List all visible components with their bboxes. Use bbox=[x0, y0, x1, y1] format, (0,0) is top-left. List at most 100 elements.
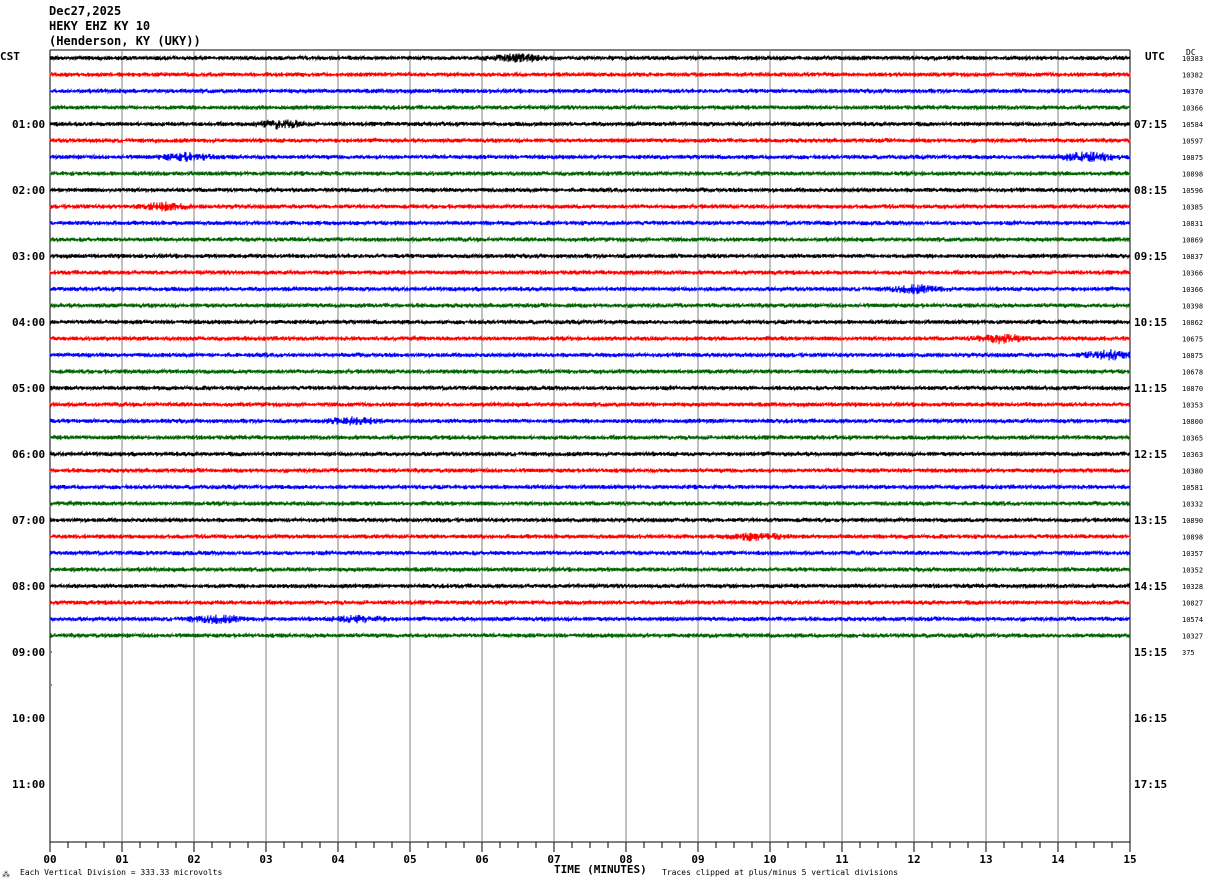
x-tick-label: 02 bbox=[187, 853, 200, 866]
hour-label-utc: 16:15 bbox=[1134, 712, 1167, 725]
dc-offset-label: 10382 bbox=[1182, 72, 1203, 80]
trace-row bbox=[49, 416, 1131, 426]
trace-row bbox=[49, 549, 1131, 557]
x-tick-label: 15 bbox=[1123, 853, 1136, 866]
trace-row bbox=[49, 367, 1131, 376]
hour-label-cst: 08:00 bbox=[12, 580, 45, 593]
dc-offset-label: 10596 bbox=[1182, 187, 1203, 195]
x-tick-label: 06 bbox=[475, 853, 489, 866]
hour-label-utc: 09:15 bbox=[1134, 250, 1167, 263]
hour-label-utc: 15:15 bbox=[1134, 646, 1167, 659]
trace-row bbox=[49, 318, 1131, 326]
hour-label-cst: 04:00 bbox=[12, 316, 45, 329]
dc-offset-label: 10365 bbox=[1182, 435, 1203, 443]
dc-offset-label: 10380 bbox=[1182, 468, 1203, 476]
dc-offset-label: 10352 bbox=[1182, 567, 1203, 575]
trace-row bbox=[49, 201, 1131, 212]
trace-row bbox=[49, 582, 1131, 590]
trace-row bbox=[49, 450, 1131, 458]
trace-row bbox=[49, 87, 1131, 95]
trace-row bbox=[49, 136, 1131, 145]
trace-row bbox=[49, 169, 1131, 178]
dc-offset-label: 10357 bbox=[1182, 550, 1203, 558]
dc-offset-label: 10898 bbox=[1182, 171, 1203, 179]
hour-label-utc: 14:15 bbox=[1134, 580, 1167, 593]
dc-offset-label: 10831 bbox=[1182, 220, 1203, 228]
dc-offset-label: 10327 bbox=[1182, 633, 1203, 641]
dc-offset-label: 10383 bbox=[1182, 55, 1203, 63]
hour-label-utc: 10:15 bbox=[1134, 316, 1167, 329]
trace-row bbox=[49, 219, 1131, 227]
dc-offset-label: 10366 bbox=[1182, 286, 1203, 294]
trace-row bbox=[49, 614, 1131, 624]
trace-row bbox=[49, 400, 1131, 409]
hour-label-cst: 02:00 bbox=[12, 184, 45, 197]
trace-row bbox=[49, 70, 1131, 79]
dc-offset-label: 10584 bbox=[1182, 121, 1203, 129]
hour-label-cst: 03:00 bbox=[12, 250, 45, 263]
trace-row bbox=[49, 499, 1131, 508]
dc-offset-label: 10581 bbox=[1182, 484, 1203, 492]
hour-label-cst: 01:00 bbox=[12, 118, 45, 131]
x-tick-label: 11 bbox=[835, 853, 849, 866]
trace-row bbox=[49, 268, 1131, 277]
hour-label-cst: 10:00 bbox=[12, 712, 45, 725]
trace-row bbox=[49, 119, 1131, 130]
corner-mark: ⁂ bbox=[2, 870, 10, 879]
dc-offset-label: 10363 bbox=[1182, 451, 1203, 459]
dc-offset-label: 10366 bbox=[1182, 105, 1203, 113]
x-tick-label: 14 bbox=[1051, 853, 1065, 866]
dc-offset-label: 10890 bbox=[1182, 517, 1203, 525]
dc-offset-label: 10870 bbox=[1182, 385, 1203, 393]
x-tick-label: 12 bbox=[907, 853, 920, 866]
hour-label-utc: 17:15 bbox=[1134, 778, 1167, 791]
hour-label-cst: 09:00 bbox=[12, 646, 45, 659]
dc-offset-label: 10869 bbox=[1182, 237, 1203, 245]
trace-row bbox=[49, 252, 1131, 260]
trace-row bbox=[49, 333, 1131, 345]
hour-label-utc: 07:15 bbox=[1134, 118, 1167, 131]
trace-row bbox=[49, 53, 1131, 63]
hour-label-utc: 13:15 bbox=[1134, 514, 1167, 527]
dc-offset-label: 375 bbox=[1182, 649, 1195, 657]
dc-offset-label: 10898 bbox=[1182, 534, 1203, 542]
dc-offset-label: 10385 bbox=[1182, 204, 1203, 212]
trace-row bbox=[49, 301, 1131, 310]
dc-offset-label: 10800 bbox=[1182, 418, 1203, 426]
clip-note: Traces clipped at plus/minus 5 vertical … bbox=[662, 868, 899, 877]
dc-offset-label: 10328 bbox=[1182, 583, 1203, 591]
trace-row bbox=[49, 283, 1131, 295]
trace-row bbox=[49, 349, 1131, 361]
trace-row bbox=[49, 483, 1131, 491]
hour-label-cst: 06:00 bbox=[12, 448, 45, 461]
dc-offset-label: 10597 bbox=[1182, 138, 1203, 146]
dc-offset-label: 10875 bbox=[1182, 154, 1203, 162]
x-tick-label: 10 bbox=[763, 853, 776, 866]
hour-label-utc: 12:15 bbox=[1134, 448, 1167, 461]
trace-row bbox=[49, 631, 1131, 640]
trace-row bbox=[49, 235, 1131, 244]
x-axis-label: TIME (MINUTES) bbox=[554, 863, 647, 876]
trace-row bbox=[49, 516, 1131, 524]
dc-offset-label: 10678 bbox=[1182, 369, 1203, 377]
trace-row bbox=[49, 598, 1131, 607]
dc-offset-label: 10366 bbox=[1182, 270, 1203, 278]
x-tick-label: 09 bbox=[691, 853, 704, 866]
dc-offset-label: 10675 bbox=[1182, 336, 1203, 344]
x-tick-label: 05 bbox=[403, 853, 416, 866]
x-tick-label: 04 bbox=[331, 853, 345, 866]
trace-row bbox=[49, 103, 1131, 112]
trace-row bbox=[49, 433, 1131, 442]
x-tick-label: 00 bbox=[43, 853, 56, 866]
trace-row bbox=[49, 466, 1131, 475]
dc-offset-label: 10370 bbox=[1182, 88, 1203, 96]
seismogram-chart: 00 01 02 03 04 05 06 07 08 09 10 11 12 13 14 1501:0002:… bbox=[12, 49, 1203, 866]
trace-row bbox=[49, 151, 1131, 163]
x-tick-label: 03 bbox=[259, 853, 272, 866]
dc-offset-label: 10574 bbox=[1182, 616, 1203, 624]
dc-offset-label: 10862 bbox=[1182, 319, 1203, 327]
hour-label-cst: 11:00 bbox=[12, 778, 45, 791]
hour-label-utc: 11:15 bbox=[1134, 382, 1167, 395]
dc-offset-label: 10875 bbox=[1182, 352, 1203, 360]
dc-offset-label: 10837 bbox=[1182, 253, 1203, 261]
